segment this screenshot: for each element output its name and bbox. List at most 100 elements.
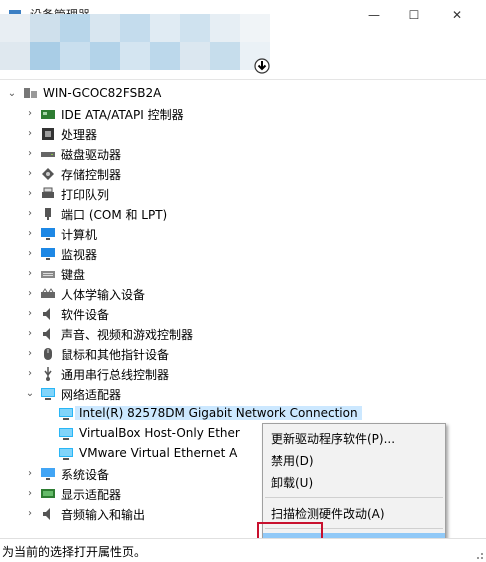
storage-controller-icon [42, 168, 54, 180]
expand-chevron-icon[interactable]: › [24, 147, 36, 161]
collapse-chevron-icon[interactable]: ⌄ [24, 387, 36, 401]
status-text: 为当前的选择打开属性页。 [2, 545, 147, 559]
context-menu-item-label: 禁用(D) [271, 454, 314, 468]
hid-icon [41, 288, 55, 298]
system-device-icon [41, 468, 55, 480]
tree-item-label: 监视器 [61, 248, 98, 262]
tree-item-label: WIN-GCOC82FSB2A [43, 86, 162, 100]
tree-category-item[interactable]: › 计算机 [0, 224, 486, 244]
context-menu-item[interactable]: 扫描检测硬件改动(A) [263, 502, 445, 524]
tree-category-item[interactable]: › 声音、视频和游戏控制器 [0, 324, 486, 344]
computer-icon [24, 88, 37, 98]
tree-item-label: 处理器 [61, 128, 98, 142]
usb-icon [44, 367, 52, 381]
tree-item-label: IDE ATA/ATAPI 控制器 [61, 108, 184, 122]
expand-chevron-icon[interactable]: › [24, 307, 36, 321]
tree-category-item[interactable]: › 鼠标和其他指针设备 [0, 344, 486, 364]
close-button[interactable]: ✕ [434, 0, 480, 30]
context-menu-item-label: 卸载(U) [271, 476, 314, 490]
speaker-icon [43, 508, 50, 520]
minimize-icon: — [368, 8, 380, 22]
tree-item-label: 网络适配器 [61, 388, 122, 402]
close-icon: ✕ [451, 8, 463, 22]
tree-category-item[interactable]: › 监视器 [0, 244, 486, 264]
tree-category-item[interactable]: › 软件设备 [0, 304, 486, 324]
tree-item-label: 人体学输入设备 [61, 288, 146, 302]
expand-chevron-icon[interactable]: › [24, 487, 36, 501]
tree-category-item[interactable]: › 人体学输入设备 [0, 284, 486, 304]
processor-icon [42, 128, 54, 140]
resize-grip-icon[interactable] [472, 548, 484, 560]
expand-chevron-icon[interactable]: › [24, 187, 36, 201]
tree-category-item[interactable]: › IDE ATA/ATAPI 控制器 [0, 104, 486, 124]
speaker-icon [43, 308, 50, 320]
speaker-icon [43, 328, 50, 340]
minimize-button[interactable]: — [354, 0, 394, 30]
context-menu-item[interactable]: 禁用(D) [263, 449, 445, 471]
context-menu-item-label: 扫描检测硬件改动(A) [271, 507, 385, 521]
toolbar [0, 52, 486, 80]
printer-icon [42, 187, 54, 198]
display-adapter-icon [41, 489, 55, 498]
tree-item-label: 键盘 [61, 268, 86, 282]
collapse-chevron-icon[interactable]: ⌄ [6, 87, 18, 101]
expand-chevron-icon[interactable]: › [24, 227, 36, 241]
monitor-icon [41, 248, 55, 260]
network-adapter-icon [59, 408, 73, 420]
expand-chevron-icon[interactable]: › [24, 287, 36, 301]
update-driver-icon[interactable] [254, 58, 270, 74]
tree-category-item[interactable]: ⌄ 网络适配器 [0, 384, 486, 404]
tree-category-item[interactable]: › 打印队列 [0, 184, 486, 204]
expand-chevron-icon[interactable]: › [24, 347, 36, 361]
context-menu-item[interactable]: 更新驱动程序软件(P)... [263, 427, 445, 449]
maximize-button[interactable]: ☐ [394, 0, 434, 30]
expand-chevron-icon[interactable]: › [24, 107, 36, 121]
ide-controller-icon [41, 110, 55, 119]
expand-chevron-icon[interactable]: › [24, 327, 36, 341]
tree-category-item[interactable]: › 键盘 [0, 264, 486, 284]
tree-category-item[interactable]: › 处理器 [0, 124, 486, 144]
tree-item-label: 计算机 [61, 228, 98, 242]
keyboard-icon [41, 271, 55, 278]
tree-category-item[interactable]: › 通用串行总线控制器 [0, 364, 486, 384]
tree-item-label: 系统设备 [61, 468, 110, 482]
expand-chevron-icon[interactable]: › [24, 367, 36, 381]
mouse-icon [44, 348, 52, 360]
tree-category-item[interactable]: › 磁盘驱动器 [0, 144, 486, 164]
tree-device-item[interactable]: Intel(R) 82578DM Gigabit Network Connect… [0, 404, 486, 424]
monitor-icon [41, 228, 55, 240]
tree-root-computer[interactable]: ⌄ WIN-GCOC82FSB2A [0, 84, 486, 104]
tree-item-label: 声音、视频和游戏控制器 [61, 328, 194, 342]
network-adapter-icon [59, 448, 73, 460]
port-icon [45, 208, 51, 220]
tree-category-item[interactable]: › 端口 (COM 和 LPT) [0, 204, 486, 224]
tree-item-label: 鼠标和其他指针设备 [61, 348, 170, 362]
expand-chevron-icon[interactable]: › [24, 467, 36, 481]
expand-chevron-icon[interactable]: › [24, 207, 36, 221]
expand-chevron-icon[interactable]: › [24, 247, 36, 261]
tree-category-item[interactable]: › 存储控制器 [0, 164, 486, 184]
context-menu-item[interactable]: 卸载(U) [263, 471, 445, 493]
network-adapter-icon [59, 428, 73, 440]
status-bar: 为当前的选择打开属性页。 [0, 538, 486, 562]
tree-item-label: 通用串行总线控制器 [61, 368, 170, 382]
network-adapter-icon [41, 388, 55, 400]
maximize-icon: ☐ [408, 8, 420, 22]
expand-chevron-icon[interactable]: › [24, 167, 36, 181]
context-menu-item-label: 更新驱动程序软件(P)... [271, 432, 396, 446]
expand-chevron-icon[interactable]: › [24, 507, 36, 521]
tree-item-label: 端口 (COM 和 LPT) [61, 208, 168, 222]
tree-item-label: VMware Virtual Ethernet A [79, 446, 238, 460]
tree-item-label: 音频输入和输出 [61, 508, 146, 522]
expand-chevron-icon[interactable]: › [24, 127, 36, 141]
expand-chevron-icon[interactable]: › [24, 267, 36, 281]
disk-drive-icon [41, 152, 55, 157]
tree-item-label: VirtualBox Host-Only Ether [79, 426, 240, 440]
tree-item-label: 磁盘驱动器 [61, 148, 122, 162]
tree-item-label: 显示适配器 [61, 488, 122, 502]
tree-item-label: 软件设备 [61, 308, 110, 322]
tree-item-label: 存储控制器 [61, 168, 122, 182]
tree-item-label: 打印队列 [61, 188, 110, 202]
menu-separator [265, 497, 443, 498]
tree-item-label: Intel(R) 82578DM Gigabit Network Connect… [75, 406, 362, 420]
